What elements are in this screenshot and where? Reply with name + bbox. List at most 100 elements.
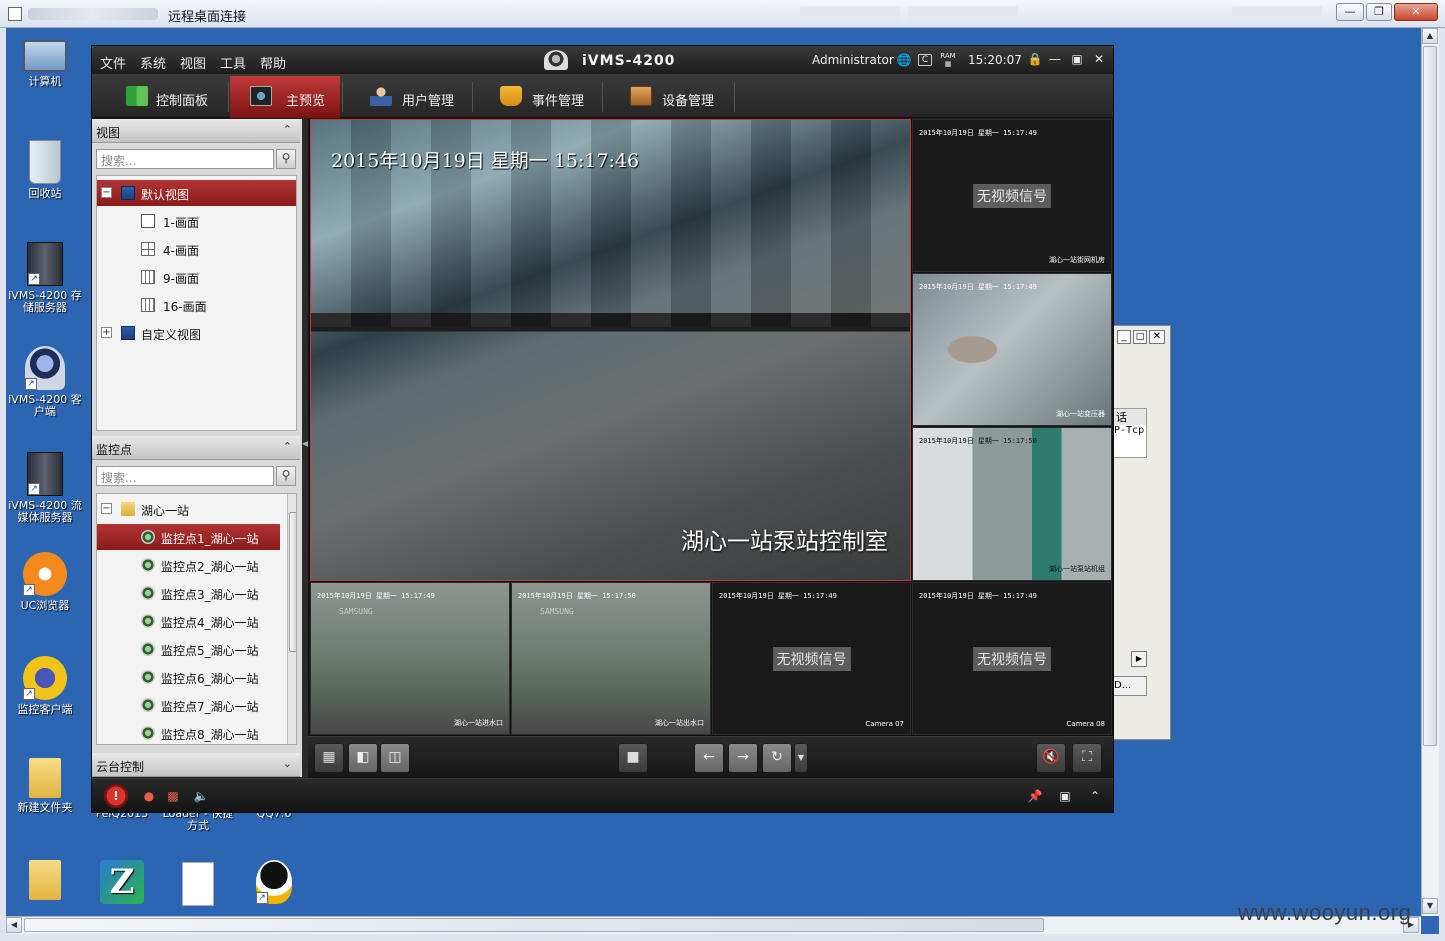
video-cell-6[interactable]: 2015年10月19日 星期一 15:17:50 SAMSUNG 湖心一站出水口: [511, 582, 711, 735]
fullscreen-icon[interactable]: ⛶: [1072, 743, 1102, 773]
video-cell-3[interactable]: 2015年10月19日 星期一 15:17:49 湖心一站变压器: [912, 273, 1112, 426]
desktop-icon-ivms-client[interactable]: ↗ iVMS-4200 客户端: [5, 346, 85, 418]
next-icon[interactable]: →: [728, 743, 758, 773]
window-split-icon[interactable]: ◧: [348, 743, 378, 773]
video-cell-main[interactable]: 2015年10月19日 星期一 15:17:46 湖心一站泵站控制室: [310, 119, 911, 581]
desktop-icon-storage-server[interactable]: ↗ iVMS-4200 存储服务器: [5, 242, 85, 314]
tree-item-default-view[interactable]: − 默认视图: [97, 180, 296, 206]
scroll-up-icon[interactable]: ▲: [1422, 28, 1438, 44]
video-camera-name: 湖心一站街网机房: [1049, 256, 1105, 264]
collapse-icon[interactable]: −: [101, 503, 112, 514]
scroll-left-icon[interactable]: ◀: [6, 917, 22, 933]
expand-icon[interactable]: +: [101, 327, 112, 338]
audio-alarm-icon[interactable]: 🔈: [192, 787, 210, 805]
horizontal-scroll-thumb[interactable]: [24, 918, 1044, 932]
tab-control-panel[interactable]: 控制面板: [100, 76, 230, 118]
scroll-right-icon[interactable]: ▶: [1131, 651, 1147, 667]
alarm-output-icon[interactable]: ●: [140, 787, 158, 805]
tree-item-station[interactable]: − 湖心一站: [97, 496, 296, 522]
alarm-icon[interactable]: !: [104, 784, 128, 808]
desktop-icon-new-folder[interactable]: 新建文件夹: [5, 758, 85, 814]
tree-item-9-screen[interactable]: 9-画面: [97, 264, 296, 290]
desktop-icon-monitor-client[interactable]: ↗ 监控客户端: [5, 656, 85, 716]
camera-item-4[interactable]: 监控点4_湖心一站: [97, 608, 296, 634]
view-search-input[interactable]: 搜索...: [96, 149, 274, 169]
layout-9-icon: [141, 270, 155, 284]
scroll-down-icon[interactable]: ▼: [1422, 898, 1438, 914]
previous-icon[interactable]: ←: [694, 743, 724, 773]
menu-system[interactable]: 系统: [140, 53, 166, 72]
chevron-up-icon[interactable]: ⌃: [283, 440, 292, 453]
camera-item-2[interactable]: 监控点2_湖心一站: [97, 552, 296, 578]
video-cell-7[interactable]: 2015年10月19日 星期一 15:17:49 无视频信号 Camera 07: [712, 582, 911, 735]
menu-file[interactable]: 文件: [100, 53, 126, 72]
background-button[interactable]: D...: [1113, 676, 1147, 696]
desktop-icon-computer[interactable]: 计算机: [5, 40, 85, 88]
desktop-icon-stream-server[interactable]: ↗ iVMS-4200 流媒体服务器: [5, 452, 85, 524]
search-icon[interactable]: ⚲: [276, 466, 296, 486]
camera-item-3[interactable]: 监控点3_湖心一站: [97, 580, 296, 606]
tree-item-16-screen[interactable]: 16-画面: [97, 292, 296, 318]
tab-device-management[interactable]: 设备管理: [604, 76, 732, 118]
restore-icon[interactable]: ▣: [1068, 51, 1086, 69]
menu-help[interactable]: 帮助: [260, 53, 286, 72]
window-mode-icon[interactable]: ▣: [1056, 787, 1074, 805]
camera-item-7[interactable]: 监控点7_湖心一站: [97, 692, 296, 718]
video-cell-5[interactable]: 2015年10月19日 星期一 15:17:49 SAMSUNG 湖心一站进水口: [310, 582, 510, 735]
video-cell-2[interactable]: 2015年10月19日 星期一 15:17:49 无视频信号 湖心一站街网机房: [912, 119, 1112, 272]
camera-item-5[interactable]: 监控点5_湖心一站: [97, 636, 296, 662]
vertical-scroll-thumb[interactable]: [1423, 46, 1437, 746]
video-cell-4[interactable]: 2015年10月19日 星期一 15:17:50 湖心一站泵站机组: [912, 427, 1112, 581]
search-icon[interactable]: ⚲: [276, 149, 296, 169]
desktop-icon-z-app[interactable]: Z: [82, 860, 162, 908]
close-icon[interactable]: ✕: [1090, 51, 1108, 69]
tree-item-1-screen[interactable]: 1-画面: [97, 208, 296, 234]
maximize-icon[interactable]: □: [1133, 330, 1147, 344]
cycle-icon[interactable]: ↻: [762, 743, 792, 773]
custom-layout-icon[interactable]: ◫: [380, 743, 410, 773]
desktop-icon-recycle-bin[interactable]: 回收站: [5, 140, 85, 200]
mute-icon[interactable]: 🔇: [1036, 743, 1066, 773]
close-icon[interactable]: ✕: [1394, 3, 1438, 21]
lock-icon[interactable]: 🔒: [1026, 51, 1044, 69]
vertical-scrollbar[interactable]: ▲ ▼: [1421, 28, 1439, 916]
tree-item-4-screen[interactable]: 4-画面: [97, 236, 296, 262]
scroll-thumb[interactable]: [289, 512, 296, 652]
camera-tree-scrollbar[interactable]: [287, 494, 296, 744]
ptz-panel-header[interactable]: 云台控制 ⌄: [92, 753, 300, 777]
tab-event-management[interactable]: 事件管理: [474, 76, 594, 118]
video-cell-8[interactable]: 2015年10月19日 星期一 15:17:49 无视频信号 Camera 08: [912, 582, 1112, 735]
tab-main-preview[interactable]: 主预览: [230, 76, 340, 118]
desktop-icon-file[interactable]: [158, 862, 238, 910]
desktop-icon-uc-browser[interactable]: ↗ UC浏览器: [5, 552, 85, 612]
camera-item-1[interactable]: 监控点1_湖心一站: [97, 524, 280, 550]
close-icon[interactable]: ✕: [1149, 330, 1165, 344]
tab-user-management[interactable]: 用户管理: [344, 76, 464, 118]
tree-item-custom-view[interactable]: + 自定义视图: [97, 320, 296, 346]
horizontal-scrollbar[interactable]: ◀ ▶: [6, 916, 1421, 934]
restore-icon[interactable]: ❐: [1366, 3, 1392, 21]
chevron-down-icon[interactable]: ▼: [794, 743, 808, 773]
camera-search-input[interactable]: 搜索...: [96, 466, 274, 486]
pin-icon[interactable]: 📌: [1026, 787, 1044, 805]
camera-item-6[interactable]: 监控点6_湖心一站: [97, 664, 296, 690]
collapse-up-icon[interactable]: ⌃: [1086, 787, 1104, 805]
menu-tools[interactable]: 工具: [220, 53, 246, 72]
collapse-icon[interactable]: −: [101, 187, 112, 198]
tab-label: 控制面板: [156, 94, 209, 109]
stop-all-icon[interactable]: ■: [618, 743, 648, 773]
view-panel-header[interactable]: 视图 ⌃: [92, 119, 300, 143]
record-icon[interactable]: ▩: [164, 787, 182, 805]
minimize-icon[interactable]: —: [1046, 51, 1064, 69]
camera-item-8[interactable]: 监控点8_湖心一站: [97, 720, 296, 744]
desktop-icon-label: iVMS-4200 客户端: [8, 393, 82, 418]
camera-panel-header[interactable]: 监控点 ⌃: [92, 436, 300, 460]
minimize-icon[interactable]: —: [1336, 3, 1364, 21]
desktop-icon-qq-2[interactable]: ↗: [234, 860, 314, 908]
layout-select-icon[interactable]: ▦: [314, 743, 344, 773]
desktop-icon-folder-2[interactable]: [5, 860, 85, 904]
menu-view[interactable]: 视图: [180, 53, 206, 72]
chevron-down-icon[interactable]: ⌄: [283, 757, 292, 770]
chevron-up-icon[interactable]: ⌃: [283, 123, 292, 136]
minimize-icon[interactable]: _: [1117, 330, 1131, 344]
